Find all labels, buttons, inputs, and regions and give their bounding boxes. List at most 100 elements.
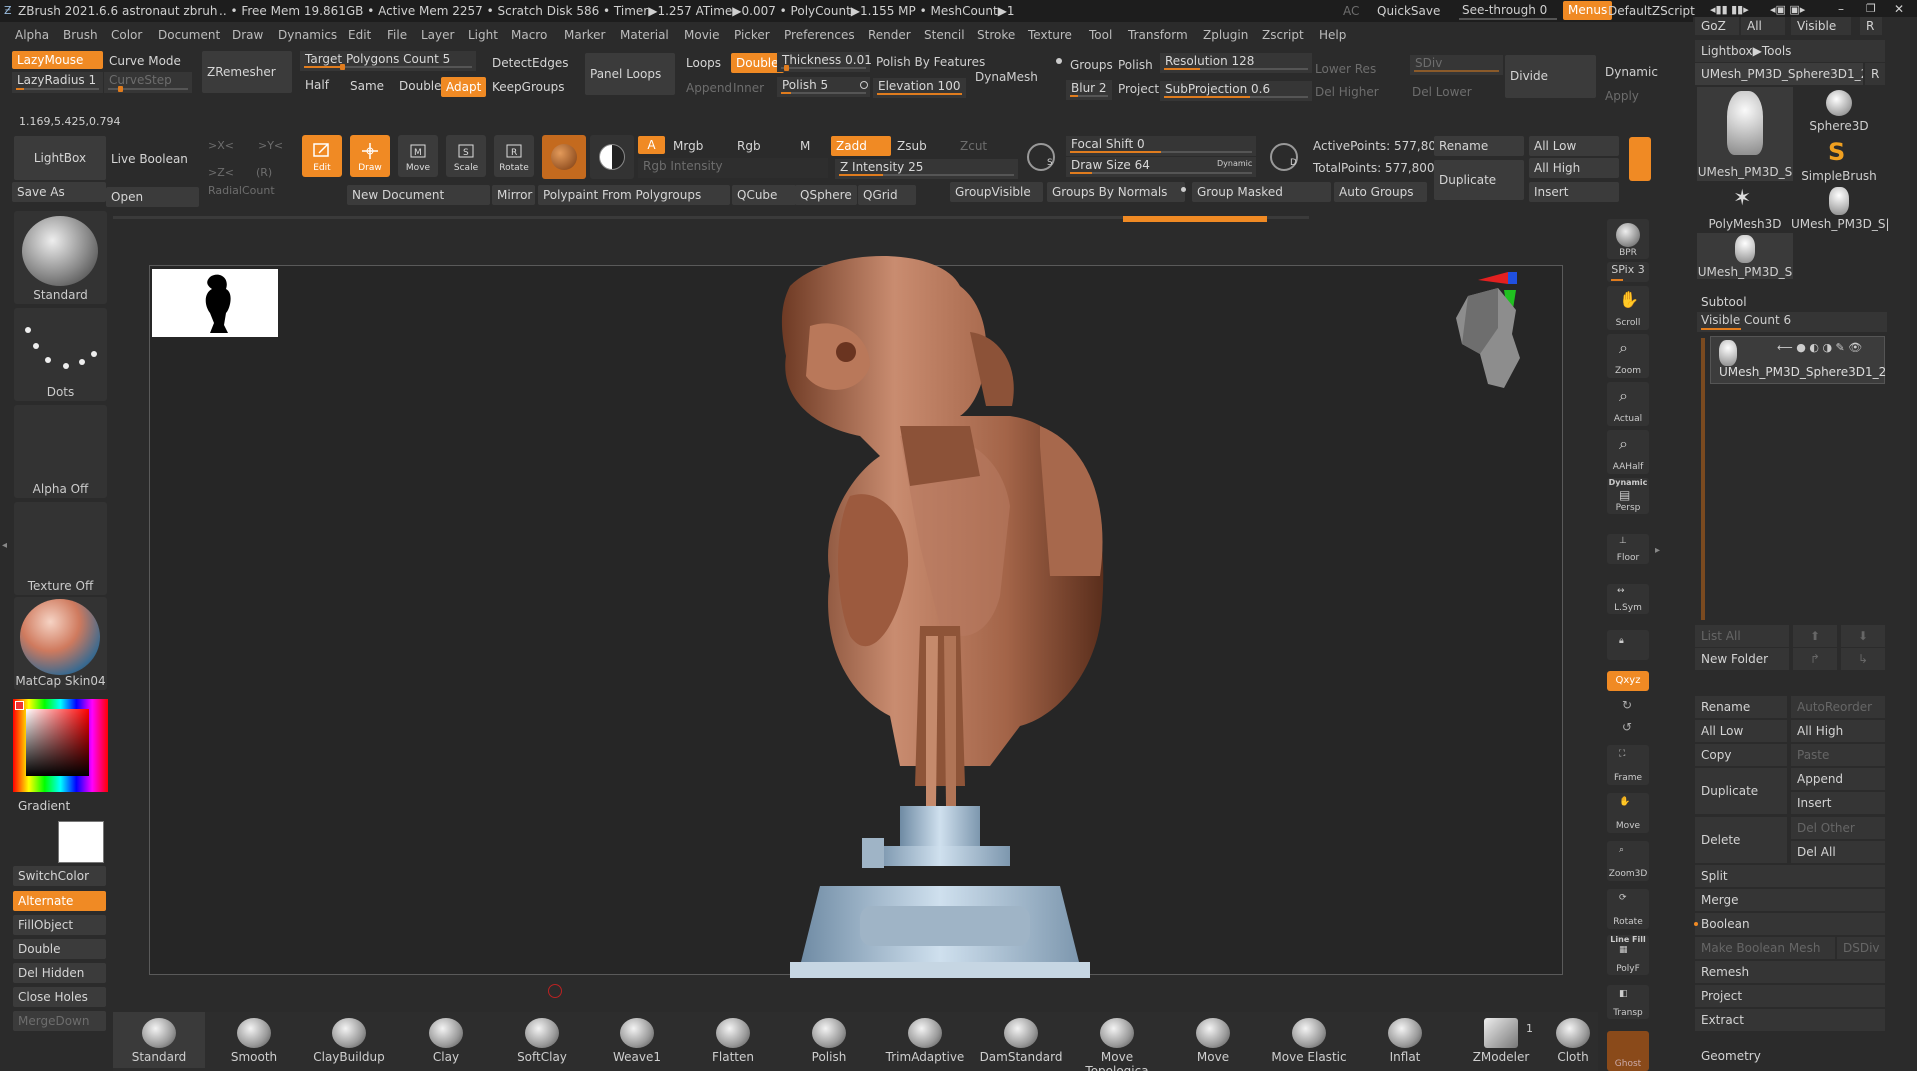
zsub-toggle[interactable]: Zsub (892, 136, 932, 156)
fill-object-button[interactable]: FillObject (13, 915, 106, 935)
bpr-button[interactable]: BPR (1607, 219, 1649, 259)
merge-button[interactable]: Merge (1695, 889, 1885, 911)
del-hidden-button[interactable]: Del Hidden (13, 963, 106, 983)
groups-toggle[interactable]: Groups (1070, 57, 1113, 73)
alpha-slot[interactable]: Alpha Off (14, 405, 107, 498)
menu-picker[interactable]: Picker (734, 28, 770, 42)
menu-edit[interactable]: Edit (348, 28, 371, 42)
lazyradius-slider[interactable]: LazyRadius 1 (12, 72, 103, 93)
radial-count-slider[interactable]: RadialCount (208, 183, 275, 199)
secondary-color-swatch[interactable] (58, 821, 104, 863)
lazymouse-toggle[interactable]: LazyMouse (12, 51, 103, 69)
brush-claybuildup[interactable]: ClayBuildup (303, 1012, 395, 1068)
auto-reorder-button[interactable]: AutoReorder (1791, 696, 1885, 718)
duplicate-button[interactable]: Duplicate (1434, 160, 1524, 200)
actual-button[interactable]: ⌕ Actual (1607, 382, 1649, 426)
r-button[interactable]: R (1860, 17, 1882, 35)
tool-thumb-umesh-1[interactable]: UMesh_PM3D_S (1697, 87, 1793, 181)
dynamic-subdiv-toggle[interactable]: Dynamic (1605, 64, 1658, 80)
rotate-view-button[interactable]: ⟳ Rotate (1607, 889, 1649, 929)
color-square[interactable] (26, 709, 89, 776)
material-slot[interactable]: MatCap Skin04 (14, 597, 107, 690)
polish-by-features-toggle[interactable]: Polish By Features (876, 54, 985, 70)
del-other-button[interactable]: Del Other (1791, 817, 1885, 839)
mirror-button[interactable]: Mirror (492, 185, 535, 205)
brush-move-elastic[interactable]: Move Elastic (1263, 1012, 1355, 1068)
rgb-intensity-slider[interactable]: Rgb Intensity (638, 158, 828, 178)
menu-tool[interactable]: Tool (1089, 28, 1112, 42)
visible-button[interactable]: Visible (1791, 17, 1851, 35)
menu-file[interactable]: File (387, 28, 407, 42)
minimize-icon[interactable]: – (1838, 1, 1844, 17)
ghost-button[interactable]: Ghost (1607, 1031, 1649, 1071)
brush-slot[interactable]: Standard (14, 211, 107, 304)
menu-texture[interactable]: Texture (1028, 28, 1072, 42)
panel-loops-button[interactable]: Panel Loops (585, 53, 675, 95)
loops-slider[interactable]: Loops (681, 53, 726, 73)
brush-cloth[interactable]: Cloth (1551, 1012, 1595, 1068)
brush-inflat[interactable]: Inflat (1359, 1012, 1451, 1068)
tool-thumb-umesh-2[interactable]: UMesh_PM3D_S| (1791, 185, 1890, 231)
main-color-swatch[interactable] (15, 701, 24, 710)
rgb-toggle[interactable]: Rgb (732, 136, 766, 156)
window-layout-icon[interactable]: ◂▣ ▣▸ (1770, 2, 1805, 18)
elevation-slider[interactable]: Elevation 100 (873, 78, 966, 98)
resolution-slider[interactable]: Resolution 128 (1160, 53, 1312, 73)
focal-shift-slider[interactable]: Focal Shift 0 (1066, 136, 1256, 156)
color-picker[interactable] (13, 699, 108, 792)
subtool-scrollbar[interactable] (1701, 338, 1705, 620)
intensity-dial-icon[interactable]: D (1270, 143, 1298, 171)
dynamic-size-toggle[interactable]: Dynamic (1217, 156, 1252, 172)
menu-preferences[interactable]: Preferences (784, 28, 855, 42)
groups-by-normals-button[interactable]: Groups By Normals (1047, 182, 1185, 202)
all-high-button[interactable]: All High (1529, 158, 1619, 178)
menu-color[interactable]: Color (111, 28, 142, 42)
menu-stroke[interactable]: Stroke (977, 28, 1015, 42)
left-tray-collapse-icon[interactable]: ◂ (2, 540, 8, 570)
menu-brush[interactable]: Brush (63, 28, 98, 42)
subtool-item[interactable]: ⟵ ● ◐ ◑ ✎ 👁︎ UMesh_PM3D_Sphere3D1_2 (1710, 336, 1886, 384)
menu-draw[interactable]: Draw (232, 28, 263, 42)
menu-dynamics[interactable]: Dynamics (278, 28, 337, 42)
focal-shift-dial-icon[interactable]: S (1027, 143, 1055, 171)
layout-arrows-icon[interactable]: ◂▮▮ ▮▮▸ (1710, 2, 1749, 18)
tool-thumb-sphere3d[interactable]: Sphere3D (1791, 87, 1887, 135)
aahalf-button[interactable]: ⌕ AAHalf (1607, 430, 1649, 474)
boolean-button[interactable]: Boolean (1695, 913, 1885, 935)
live-boolean-toggle[interactable]: Live Boolean (106, 149, 193, 169)
polish-slider[interactable]: Polish 5 (777, 77, 870, 97)
lightbox-button[interactable]: LightBox (14, 136, 106, 180)
restore-icon[interactable]: ❐ (1866, 1, 1876, 17)
folder-arrow-icon[interactable]: ↱ (1793, 648, 1837, 670)
lock-button[interactable]: 🔒︎ (1607, 630, 1649, 660)
y-axis-symmetry[interactable]: >Y< (258, 138, 283, 154)
subprojection-slider[interactable]: SubProjection 0.6 (1160, 81, 1312, 101)
curvestep-slider[interactable]: CurveStep (104, 72, 192, 93)
detect-edges-toggle[interactable]: DetectEdges (487, 53, 573, 73)
subtool-duplicate-button[interactable]: Duplicate (1695, 768, 1787, 814)
gradient-toggle[interactable]: Gradient (18, 798, 70, 814)
del-higher-button[interactable]: Del Higher (1315, 84, 1379, 100)
brush-standard[interactable]: Standard (113, 1012, 205, 1068)
qgrid-button[interactable]: QGrid (858, 185, 916, 205)
menu-marker[interactable]: Marker (564, 28, 605, 42)
subtool-header[interactable]: Subtool (1695, 291, 1888, 313)
zadd-toggle[interactable]: Zadd (831, 136, 891, 156)
material-sphere-button[interactable] (542, 135, 586, 179)
accent-slot-button[interactable] (1629, 137, 1651, 181)
brush-flatten[interactable]: Flatten (687, 1012, 779, 1068)
remesh-button[interactable]: Remesh (1695, 961, 1885, 983)
auto-groups-button[interactable]: Auto Groups (1334, 182, 1427, 202)
orientation-head-icon[interactable] (1454, 288, 1524, 392)
subtool-all-high-button[interactable]: All High (1791, 720, 1885, 742)
blur-slider[interactable]: Blur 2 (1066, 80, 1112, 100)
menu-material[interactable]: Material (620, 28, 669, 42)
qsphere-button[interactable]: QSphere (795, 185, 857, 205)
target-polygons-slider[interactable]: Target Polygons Count 5 (300, 51, 476, 71)
z-intensity-slider[interactable]: Z Intensity 25 (835, 159, 1018, 179)
edit-mode-button[interactable]: Edit (302, 135, 342, 177)
polish-toggle[interactable]: Polish (1118, 57, 1153, 73)
list-all-button[interactable]: List All (1695, 625, 1789, 647)
zoom-button[interactable]: ⌕ Zoom (1607, 334, 1649, 378)
keep-groups-toggle[interactable]: KeepGroups (487, 77, 569, 97)
